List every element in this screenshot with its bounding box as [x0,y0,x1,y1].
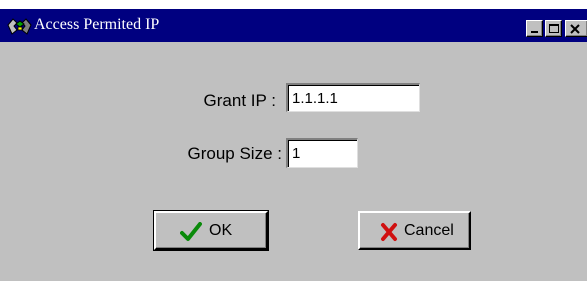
grant-ip-input[interactable] [286,83,420,112]
maximize-button[interactable] [545,20,562,37]
title-bar[interactable]: Access Permited IP [0,9,587,42]
group-size-input[interactable] [286,138,358,168]
network-icon[interactable] [7,16,33,36]
maximize-icon [549,24,559,33]
close-button[interactable] [565,20,587,37]
dialog-body: Grant IP : Group Size : OK Cancel [0,42,587,281]
minimize-button[interactable] [526,20,543,37]
cancel-button[interactable]: Cancel [358,211,471,250]
minimize-icon [531,31,538,33]
dialog-window: Access Permited IP Grant IP : Group Size… [0,0,587,281]
cancel-button-label: Cancel [404,222,454,239]
grant-ip-label: Grant IP : [203,91,276,110]
ok-button-label: OK [209,222,233,239]
ok-button[interactable]: OK [153,210,269,251]
window-title: Access Permited IP [34,16,160,33]
x-mark-icon [380,222,398,247]
close-icon [570,24,580,34]
group-size-label: Group Size : [187,144,283,163]
checkmark-icon [180,222,202,247]
